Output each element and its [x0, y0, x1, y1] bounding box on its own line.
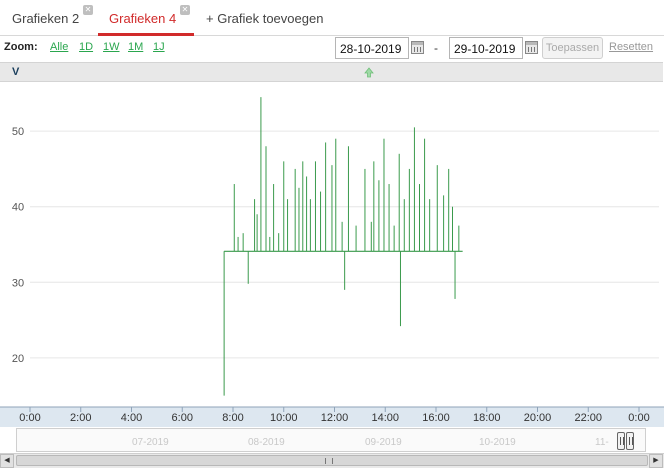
x-tick-label: 20:00 — [524, 412, 552, 424]
navigator-track[interactable]: 07-2019 08-2019 09-2019 10-2019 11- — [16, 428, 646, 452]
tab-label: Grafieken 4 — [109, 11, 177, 26]
navigator-handle-right[interactable] — [626, 432, 634, 450]
x-tick-label: 10:00 — [270, 412, 298, 424]
scrollbar[interactable]: ◀ ▶ — [0, 453, 664, 468]
x-tick-label: 6:00 — [172, 412, 193, 424]
active-tab-indicator — [98, 33, 194, 36]
tab-grafieken-2[interactable]: Grafieken 2 ✕ — [12, 5, 93, 26]
tab-grafieken-4[interactable]: Grafieken 4 ✕ — [109, 5, 190, 26]
x-tick-label: 4:00 — [121, 412, 142, 424]
add-chart-label: + Grafiek toevoegen — [206, 11, 324, 26]
y-tick-label: 40 — [12, 202, 24, 214]
x-tick-label: 0:00 — [19, 412, 40, 424]
zoom-all-link[interactable]: Alle — [50, 41, 68, 53]
x-tick-label: 16:00 — [422, 412, 450, 424]
add-chart-tab[interactable]: + Grafiek toevoegen — [206, 11, 323, 26]
y-tick-label: 30 — [12, 277, 24, 289]
tab-label: Grafieken 2 — [12, 11, 80, 26]
date-to-input[interactable]: 29-10-2019 — [449, 37, 523, 59]
tab-bar: Grafieken 2 ✕ Grafieken 4 ✕ + Grafiek to… — [0, 0, 664, 36]
apply-button[interactable]: Toepassen — [542, 37, 603, 59]
navigator-month: 08-2019 — [248, 437, 285, 448]
x-tick-label: 8:00 — [222, 412, 243, 424]
zoom-1w-link[interactable]: 1W — [103, 41, 120, 53]
voltage-chart: 20 30 40 50 0:00 2:00 4:00 6:00 8:00 10:00 12:00 14… — [0, 97, 664, 427]
zoom-1m-link[interactable]: 1M — [128, 41, 143, 53]
x-tick-label: 0:00 — [628, 412, 649, 424]
close-icon[interactable]: ✕ — [180, 5, 190, 15]
navigator-month: 07-2019 — [132, 437, 169, 448]
navigator-month: 09-2019 — [365, 437, 402, 448]
scroll-right-arrow-icon[interactable]: ▶ — [649, 454, 663, 468]
navigator-month: 11- — [595, 437, 609, 448]
drag-handle-icon[interactable] — [363, 67, 375, 79]
scroll-left-arrow-icon[interactable]: ◀ — [0, 454, 14, 468]
x-tick-label: 2:00 — [70, 412, 91, 424]
navigator-handle-left[interactable] — [617, 432, 625, 450]
date-from-input[interactable]: 28-10-2019 — [335, 37, 409, 59]
x-tick-label: 18:00 — [473, 412, 501, 424]
scrollbar-thumb[interactable] — [16, 455, 648, 466]
x-tick-label: 14:00 — [371, 412, 399, 424]
zoom-label: Zoom: — [4, 41, 38, 53]
date-separator: - — [434, 41, 438, 55]
navigator-month: 10-2019 — [479, 437, 516, 448]
zoom-1d-link[interactable]: 1D — [79, 41, 93, 53]
navigator: 07-2019 08-2019 09-2019 10-2019 11- ◀ ▶ — [0, 427, 664, 472]
x-tick-label: 22:00 — [574, 412, 602, 424]
calendar-icon[interactable] — [411, 41, 424, 54]
y-tick-label: 20 — [12, 353, 24, 365]
grip-icon — [325, 458, 333, 464]
reset-link[interactable]: Resetten — [609, 41, 653, 53]
calendar-icon[interactable] — [525, 41, 538, 54]
close-icon[interactable]: ✕ — [83, 5, 93, 15]
chart-header: V — [0, 62, 663, 82]
x-tick-label: 12:00 — [321, 412, 349, 424]
zoom-1j-link[interactable]: 1J — [153, 41, 165, 53]
y-tick-label: 50 — [12, 126, 24, 138]
unit-label: V — [12, 66, 20, 78]
